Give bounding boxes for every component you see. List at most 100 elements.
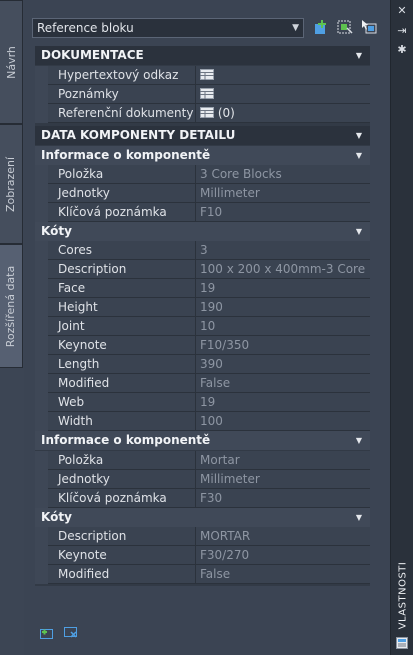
subsection-koty-2[interactable]: Kóty ▼ xyxy=(35,508,370,527)
property-label: Klíčová poznámka xyxy=(48,203,196,222)
quick-select-icon[interactable] xyxy=(336,18,354,36)
property-row[interactable]: Height 190 xyxy=(35,298,370,317)
property-value[interactable] xyxy=(196,66,370,85)
section-dokumentace[interactable]: DOKUMENTACE ▼ xyxy=(35,46,370,65)
property-value[interactable]: F10/350 xyxy=(196,336,370,355)
tab-rozsirena-data-label: Rozšířená data xyxy=(4,265,18,347)
add-attachment-icon[interactable] xyxy=(40,627,54,639)
row-gutter xyxy=(35,85,48,104)
subsection-title: Informace o komponentě xyxy=(41,148,211,162)
object-type-value: Reference bloku xyxy=(37,21,134,35)
subsection-title: Kóty xyxy=(41,510,72,524)
property-row[interactable]: Klíčová poznámka F10 xyxy=(35,203,370,222)
property-value[interactable]: False xyxy=(196,374,370,393)
collapse-arrow-icon[interactable]: ▼ xyxy=(356,431,362,450)
select-objects-icon[interactable] xyxy=(360,18,378,36)
subsection-informace-2[interactable]: Informace o komponentě ▼ xyxy=(35,431,370,450)
property-label: Description xyxy=(48,527,196,546)
remove-attachment-icon[interactable] xyxy=(64,627,78,639)
property-value[interactable]: MORTAR xyxy=(196,527,370,546)
property-label: Poznámky xyxy=(48,85,196,104)
property-value[interactable]: 190 xyxy=(196,298,370,317)
property-row[interactable]: Jednotky Millimeter xyxy=(35,184,370,203)
row-gutter xyxy=(35,489,48,508)
section-dokumentace-title: DOKUMENTACE xyxy=(41,48,144,62)
property-row[interactable]: Jednotky Millimeter xyxy=(35,470,370,489)
property-label: Keynote xyxy=(48,336,196,355)
property-value[interactable]: 100 xyxy=(196,412,370,431)
property-row[interactable]: Keynote F30/270 xyxy=(35,546,370,565)
row-gutter xyxy=(35,279,48,298)
collapse-arrow-icon[interactable]: ▼ xyxy=(356,222,362,241)
property-value[interactable]: 3 Core Blocks xyxy=(196,165,370,184)
property-value[interactable]: 10 xyxy=(196,317,370,336)
property-value[interactable]: Mortar xyxy=(196,451,370,470)
subsection-koty-1[interactable]: Kóty ▼ xyxy=(35,222,370,241)
property-value[interactable]: F30 xyxy=(196,489,370,508)
property-label: Modified xyxy=(48,374,196,393)
property-row[interactable]: Položka 3 Core Blocks xyxy=(35,165,370,184)
row-gutter xyxy=(35,203,48,222)
property-value[interactable]: Millimeter xyxy=(196,184,370,203)
property-row[interactable]: Keynote F10/350 xyxy=(35,336,370,355)
tab-navrh-label: Návrh xyxy=(4,45,18,79)
collapse-arrow-icon[interactable]: ▼ xyxy=(356,46,362,65)
property-row[interactable]: Hypertextový odkaz xyxy=(35,66,370,85)
section-data-komponenty[interactable]: DATA KOMPONENTY DETAILU ▼ xyxy=(35,126,370,145)
side-tab-strip: Návrh Zobrazení Rozšířená data xyxy=(0,0,24,655)
object-type-dropdown[interactable]: Reference bloku ▼ xyxy=(32,18,304,38)
property-value[interactable]: F10 xyxy=(196,203,370,222)
property-value[interactable]: F30/270 xyxy=(196,546,370,565)
property-value[interactable]: Millimeter xyxy=(196,470,370,489)
auto-hide-icon[interactable]: ⇥ xyxy=(396,25,408,37)
property-row[interactable]: Modified False xyxy=(35,374,370,393)
property-value[interactable]: (0) xyxy=(196,104,370,123)
property-value[interactable]: False xyxy=(196,565,370,584)
collapse-arrow-icon[interactable]: ▼ xyxy=(356,126,362,145)
tab-zobrazeni[interactable]: Zobrazení xyxy=(0,124,23,244)
property-row[interactable]: Length 390 xyxy=(35,355,370,374)
property-label: Modified xyxy=(48,565,196,584)
row-gutter xyxy=(35,546,48,565)
property-row[interactable]: Položka Mortar xyxy=(35,451,370,470)
subsection-informace-1[interactable]: Informace o komponentě ▼ xyxy=(35,146,370,165)
property-value[interactable] xyxy=(196,85,370,104)
property-row[interactable]: Description 100 x 200 x 400mm-3 Core xyxy=(35,260,370,279)
settings-icon[interactable]: ✱ xyxy=(396,44,408,56)
row-gutter xyxy=(35,565,48,584)
table-icon[interactable] xyxy=(200,69,214,80)
property-label: Jednotky xyxy=(48,470,196,489)
property-value[interactable]: 3 xyxy=(196,241,370,260)
property-row[interactable]: Joint 10 xyxy=(35,317,370,336)
property-label: Hypertextový odkaz xyxy=(48,66,196,85)
close-icon[interactable]: ✕ xyxy=(396,5,408,17)
tab-navrh[interactable]: Návrh xyxy=(0,0,23,124)
property-value[interactable]: 19 xyxy=(196,279,370,298)
property-label: Keynote xyxy=(48,546,196,565)
collapse-arrow-icon[interactable]: ▼ xyxy=(356,146,362,165)
property-label: Height xyxy=(48,298,196,317)
palette-title-bar[interactable]: ✕ ⇥ ✱ VLASTNOSTI xyxy=(390,0,413,655)
property-row[interactable]: Modified False xyxy=(35,565,370,584)
row-gutter xyxy=(35,451,48,470)
property-row[interactable]: Width 100 xyxy=(35,412,370,431)
row-gutter xyxy=(35,298,48,317)
table-icon[interactable] xyxy=(200,107,214,118)
table-icon[interactable] xyxy=(200,88,214,99)
collapse-arrow-icon[interactable]: ▼ xyxy=(356,508,362,527)
property-value[interactable]: 390 xyxy=(196,355,370,374)
property-row[interactable]: Cores 3 xyxy=(35,241,370,260)
property-value[interactable]: 19 xyxy=(196,393,370,412)
property-label: Referenční dokumenty xyxy=(48,104,196,123)
property-row[interactable]: Web 19 xyxy=(35,393,370,412)
property-row[interactable]: Description MORTAR xyxy=(35,527,370,546)
add-to-selection-icon[interactable] xyxy=(312,18,330,36)
property-row[interactable]: Face 19 xyxy=(35,279,370,298)
property-row[interactable]: Referenční dokumenty (0) xyxy=(35,104,370,123)
row-gutter xyxy=(35,374,48,393)
properties-icon[interactable] xyxy=(396,637,408,649)
property-row[interactable]: Klíčová poznámka F30 xyxy=(35,489,370,508)
property-row[interactable]: Poznámky xyxy=(35,85,370,104)
property-value[interactable]: 100 x 200 x 400mm-3 Core xyxy=(196,260,370,279)
tab-rozsirena-data[interactable]: Rozšířená data xyxy=(0,244,23,368)
